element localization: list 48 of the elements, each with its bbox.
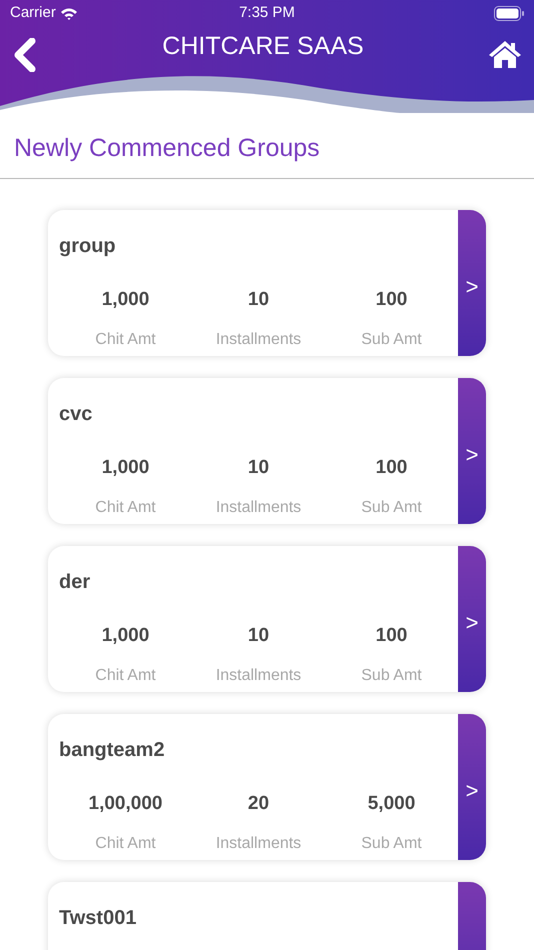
stat-value: 10 xyxy=(248,456,270,480)
app-title: CHITCARE SAAS xyxy=(162,31,364,62)
battery-icon xyxy=(494,6,524,20)
group-name: bangteam2 xyxy=(59,738,165,762)
section-title: Newly Commenced Groups xyxy=(14,134,320,162)
open-tab[interactable]: > xyxy=(458,546,486,692)
stat-label: Chit Amt xyxy=(95,330,156,350)
group-card[interactable]: bangteam2 1,00,000 Chit Amt 20 Installments 5,000 Sub Amt > xyxy=(48,714,486,860)
open-tab[interactable]: > xyxy=(458,210,486,356)
wifi-icon xyxy=(60,6,78,20)
back-icon xyxy=(12,38,38,72)
stat-value: 10 xyxy=(248,624,270,648)
group-name: Twst001 xyxy=(59,906,136,930)
group-name: group xyxy=(59,234,116,258)
group-name: der xyxy=(59,570,90,594)
stat-label: Chit Amt xyxy=(95,498,156,518)
back-button[interactable] xyxy=(12,38,38,72)
stat-value: 100 xyxy=(376,456,408,480)
stat-label: Installments xyxy=(216,330,302,350)
stat-value: 100 xyxy=(376,288,408,312)
stat-value: 5,000 xyxy=(368,792,416,816)
stat-label: Sub Amt xyxy=(361,330,422,350)
stat-label: Chit Amt xyxy=(95,666,156,686)
group-card[interactable]: cvc 1,000 Chit Amt 10 Installments 100 Sub Amt > xyxy=(48,378,486,524)
home-button[interactable] xyxy=(488,40,522,68)
carrier-label: Carrier xyxy=(10,2,56,23)
stat-label: Installments xyxy=(216,498,302,518)
open-tab[interactable]: > xyxy=(458,378,486,524)
group-card[interactable]: Twst001 xyxy=(48,882,486,950)
stat-label: Installments xyxy=(216,834,302,854)
stat-value: 1,000 xyxy=(102,288,150,312)
time-label: 7:35 PM xyxy=(239,2,295,23)
stat-value: 1,000 xyxy=(102,624,150,648)
stat-value: 1,00,000 xyxy=(88,792,162,816)
home-icon xyxy=(488,40,522,68)
stat-value: 100 xyxy=(376,624,408,648)
stat-label: Sub Amt xyxy=(361,834,422,854)
group-card[interactable]: group 1,000 Chit Amt 10 Installments 100 Sub Amt > xyxy=(48,210,486,356)
stat-label: Sub Amt xyxy=(361,666,422,686)
stat-label: Installments xyxy=(216,666,302,686)
group-card[interactable]: der 1,000 Chit Amt 10 Installments 100 Sub Amt > xyxy=(48,546,486,692)
stat-value: 10 xyxy=(248,288,270,312)
stat-label: Sub Amt xyxy=(361,498,422,518)
stat-label: Chit Amt xyxy=(95,834,156,854)
group-name: cvc xyxy=(59,402,92,426)
stat-value: 1,000 xyxy=(102,456,150,480)
open-tab[interactable]: > xyxy=(458,714,486,860)
stat-value: 20 xyxy=(248,792,270,816)
